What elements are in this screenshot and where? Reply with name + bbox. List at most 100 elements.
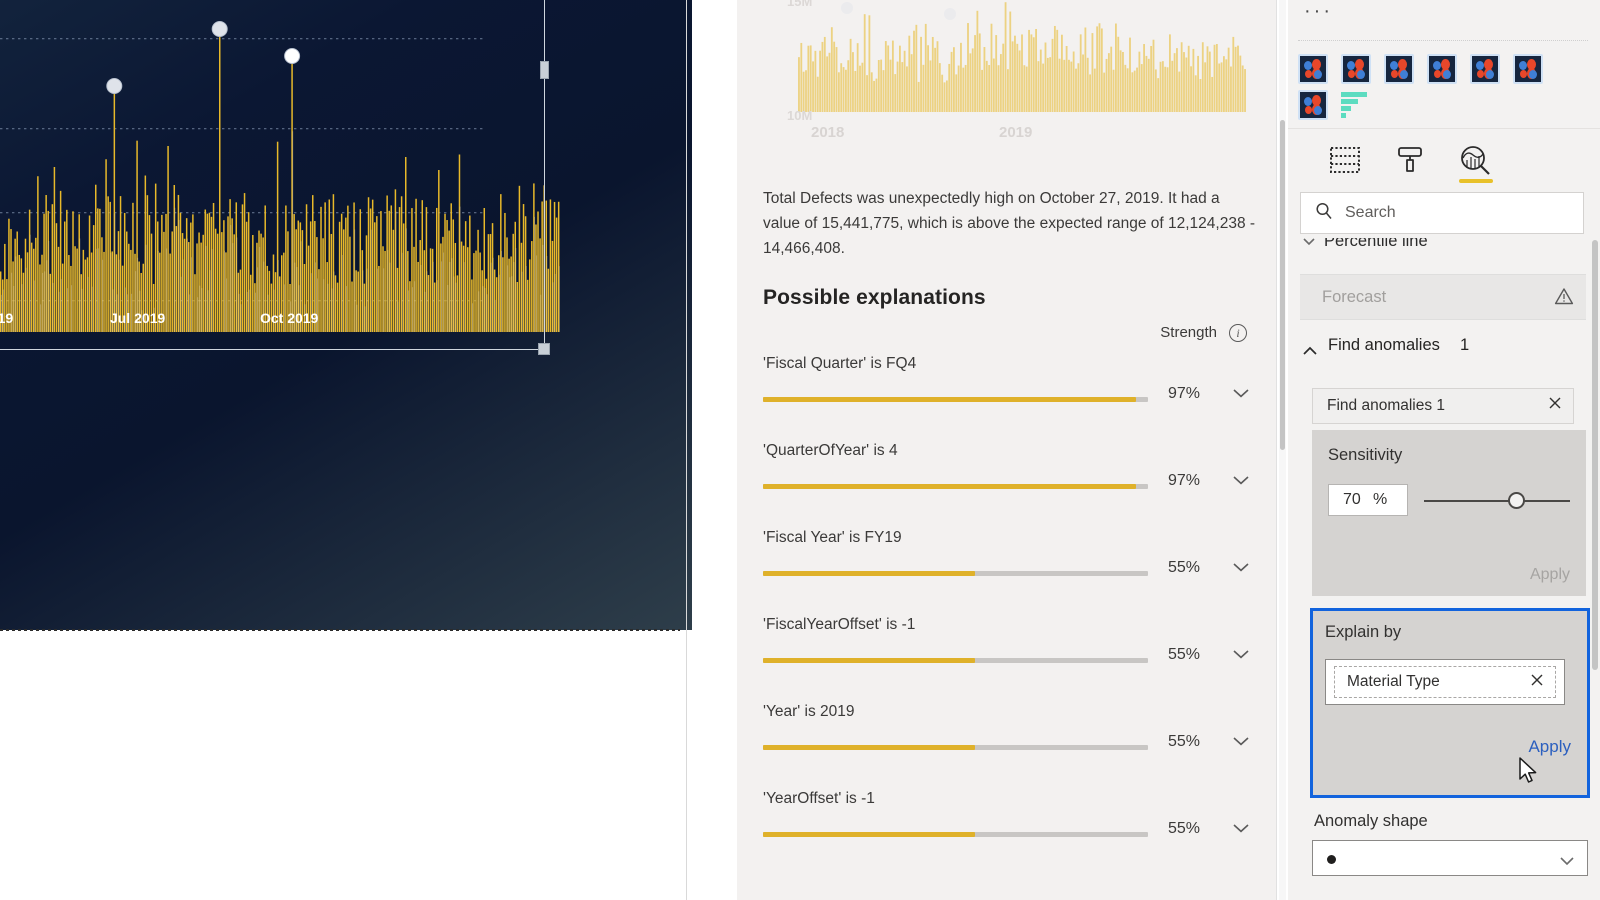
- sensitivity-slider-knob[interactable]: [1508, 492, 1525, 509]
- chevron-down-icon[interactable]: [1233, 823, 1249, 833]
- x-axis-tick: Jul 2019: [110, 310, 166, 326]
- bar-chart-icon[interactable]: [1341, 90, 1371, 120]
- x-axis-tick: Apr 2019: [0, 310, 14, 326]
- anomaly-instance-label: Find anomalies 1: [1327, 397, 1446, 414]
- insights-pane: 15M 10M 2018 2019 Total Defects was unex…: [737, 0, 1277, 900]
- anomaly-instance-card[interactable]: Find anomalies 1: [1312, 388, 1574, 424]
- forecast-label: Forecast: [1322, 288, 1387, 306]
- explanation-label: 'Fiscal Year' is FY19: [763, 529, 902, 546]
- visual-type-icon[interactable]: [1384, 54, 1414, 84]
- strength-bar-track: [763, 397, 1148, 402]
- explanation-row[interactable]: 'Year' is 2019 55%: [763, 703, 1263, 790]
- visual-type-icon[interactable]: [1298, 54, 1328, 84]
- chevron-down-icon: [1559, 854, 1575, 872]
- visual-type-icon[interactable]: [1513, 54, 1543, 84]
- strength-percent: 55%: [1168, 820, 1201, 837]
- mini-chart-y-bottom: 10M: [787, 108, 813, 123]
- fields-tab[interactable]: [1316, 137, 1374, 183]
- strength-bar-fill: [763, 832, 975, 837]
- strength-percent: 97%: [1168, 385, 1201, 402]
- line-chart-visual[interactable]: Apr 2019 Jul 2019 Oct 2019: [0, 0, 692, 630]
- explain-by-field-well[interactable]: Material Type: [1325, 659, 1565, 705]
- explanation-row[interactable]: 'YearOffset' is -1 55%: [763, 790, 1263, 877]
- visual-type-icon[interactable]: [1427, 54, 1457, 84]
- explanation-label: 'Fiscal Quarter' is FQ4: [763, 355, 917, 372]
- chart-plot-area: [0, 0, 560, 335]
- mini-chart-x-tick: 2019: [999, 124, 1033, 141]
- visualizations-pane: ··· Search Percentile line Forecast Find…: [1288, 0, 1600, 900]
- strength-bar-track: [763, 832, 1148, 837]
- percentile-line-section[interactable]: Percentile line: [1300, 238, 1586, 260]
- insights-scrollbar[interactable]: [1279, 0, 1286, 900]
- explanation-row[interactable]: 'Fiscal Quarter' is FQ4 97%: [763, 355, 1263, 442]
- chevron-down-icon[interactable]: [1233, 736, 1249, 746]
- mouse-cursor: [1518, 757, 1540, 792]
- possible-explanations-heading: Possible explanations: [763, 286, 986, 309]
- forecast-section[interactable]: Forecast: [1300, 274, 1586, 320]
- explain-by-label: Explain by: [1325, 623, 1402, 641]
- explanation-label: 'Year' is 2019: [763, 703, 855, 720]
- search-icon: [1315, 202, 1333, 225]
- resize-handle-corner[interactable]: [538, 343, 550, 355]
- sensitivity-label: Sensitivity: [1328, 446, 1403, 464]
- search-input[interactable]: Search: [1300, 192, 1584, 234]
- mini-chart-y-top: 15M: [787, 0, 813, 9]
- sensitivity-value: 70: [1343, 491, 1361, 508]
- anomaly-shape-dropdown[interactable]: [1312, 840, 1588, 876]
- active-tab-indicator: [1459, 179, 1493, 183]
- find-anomalies-section[interactable]: Find anomalies 1: [1300, 336, 1586, 370]
- pane-tabs: [1288, 128, 1600, 186]
- visualization-gallery[interactable]: [1298, 40, 1588, 128]
- format-tab[interactable]: [1382, 137, 1440, 183]
- info-icon[interactable]: i: [1229, 324, 1247, 342]
- visual-type-icon[interactable]: [1341, 54, 1371, 84]
- strength-bar-track: [763, 484, 1148, 489]
- anomaly-shape-label: Anomaly shape: [1314, 812, 1428, 830]
- explain-by-apply-button[interactable]: Apply: [1528, 737, 1571, 757]
- chevron-down-icon[interactable]: [1233, 649, 1249, 659]
- strength-bar-track: [763, 658, 1148, 663]
- explanation-label: 'QuarterOfYear' is 4: [763, 442, 898, 459]
- sensitivity-card: Sensitivity 70 % Apply: [1312, 430, 1586, 596]
- strength-percent: 55%: [1168, 559, 1201, 576]
- search-placeholder: Search: [1345, 204, 1396, 221]
- report-canvas[interactable]: Apr 2019 Jul 2019 Oct 2019: [0, 0, 697, 900]
- visual-type-icon[interactable]: [1470, 54, 1500, 84]
- chevron-up-icon: [1302, 344, 1318, 363]
- strength-header: Strength i: [763, 322, 1261, 348]
- visual-type-icon[interactable]: [1298, 90, 1328, 120]
- chart-x-axis: Apr 2019 Jul 2019 Oct 2019: [0, 310, 560, 340]
- close-icon[interactable]: [1529, 672, 1545, 693]
- sensitivity-slider[interactable]: [1424, 492, 1570, 509]
- explain-by-chip[interactable]: Material Type: [1334, 666, 1556, 698]
- find-anomalies-count: 1: [1460, 336, 1470, 354]
- explain-by-chip-label: Material Type: [1347, 673, 1440, 690]
- strength-bar-fill: [763, 571, 975, 576]
- explanation-row[interactable]: 'FiscalYearOffset' is -1 55%: [763, 616, 1263, 703]
- explanation-row[interactable]: 'QuarterOfYear' is 4 97%: [763, 442, 1263, 529]
- sensitivity-input[interactable]: 70 %: [1328, 484, 1408, 516]
- explanation-label: 'YearOffset' is -1: [763, 790, 875, 807]
- sensitivity-apply-button: Apply: [1529, 566, 1570, 583]
- canvas-section-divider: [0, 629, 680, 631]
- insight-summary-text: Total Defects was unexpectedly high on O…: [763, 190, 1256, 257]
- warning-icon[interactable]: [1554, 287, 1574, 310]
- explanation-label: 'FiscalYearOffset' is -1: [763, 616, 916, 633]
- close-icon[interactable]: [1547, 395, 1563, 416]
- analytics-tab[interactable]: [1446, 137, 1504, 183]
- percentile-line-label: Percentile line: [1324, 238, 1428, 250]
- chevron-down-icon[interactable]: [1233, 388, 1249, 398]
- chevron-down-icon[interactable]: [1233, 475, 1249, 485]
- explanation-row[interactable]: 'Fiscal Year' is FY19 55%: [763, 529, 1263, 616]
- insights-edge: [1276, 0, 1277, 900]
- x-axis-tick: Oct 2019: [260, 310, 319, 326]
- pane-overflow-menu[interactable]: ···: [1304, 1, 1333, 21]
- strength-percent: 55%: [1168, 646, 1201, 663]
- canvas-edge: [686, 0, 687, 900]
- viz-pane-scrollbar[interactable]: [1592, 240, 1598, 670]
- strength-bar-fill: [763, 484, 1137, 489]
- strength-bar-fill: [763, 658, 975, 663]
- chevron-down-icon[interactable]: [1233, 562, 1249, 572]
- explanations-list: 'Fiscal Quarter' is FQ4 97% 'QuarterOfYear…: [763, 355, 1263, 877]
- strength-bar-fill: [763, 397, 1137, 402]
